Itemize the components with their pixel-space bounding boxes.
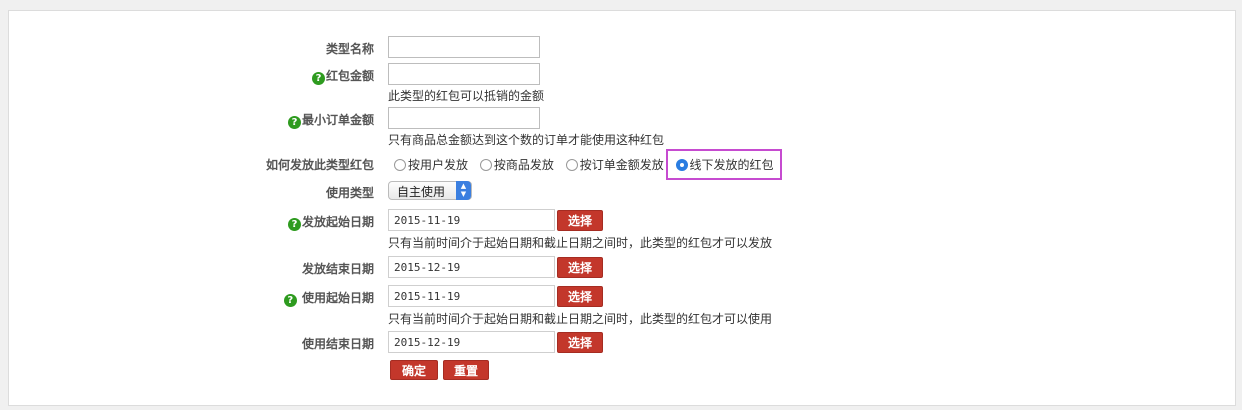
amount-label-wrap: ? 红包金额 bbox=[311, 67, 374, 85]
use-type-selected-value: 自主使用 bbox=[397, 185, 446, 199]
use-end-label: 使用结束日期 bbox=[301, 337, 374, 351]
type-name-input[interactable] bbox=[388, 36, 540, 58]
radio-option-by-user[interactable]: 按用户发放 bbox=[394, 156, 468, 173]
radio-button[interactable] bbox=[479, 158, 492, 171]
send-type-label: 如何发放此类型红包 bbox=[265, 158, 374, 172]
radio-option-by-goods[interactable]: 按商品发放 bbox=[479, 156, 554, 173]
send-start-note: 只有当前时间介于起始日期和截止日期之间时，此类型的红包才可以发放 bbox=[388, 236, 773, 250]
use-start-choose-button[interactable]: 选择 bbox=[557, 286, 603, 307]
send-start-choose-button[interactable]: 选择 bbox=[557, 210, 603, 231]
radio-button[interactable] bbox=[565, 158, 578, 171]
help-icon[interactable]: ? bbox=[287, 116, 301, 129]
radio-label: 按订单金额发放 bbox=[579, 158, 664, 172]
form-panel: 类型名称 ? 红包金额 此类型的红包可以抵销的金额 ? 最小订单金额 只有商品总金额… bbox=[8, 10, 1236, 406]
radio-label: 按商品发放 bbox=[493, 158, 554, 172]
use-start-note: 只有当前时间介于起始日期和截止日期之间时，此类型的红包才可以使用 bbox=[388, 312, 773, 326]
help-icon[interactable]: ? bbox=[311, 72, 325, 85]
min-order-note: 只有商品总金额达到这个数的订单才能使用这种红包 bbox=[388, 133, 665, 147]
send-end-date-input[interactable]: 2015-12-19 bbox=[388, 256, 555, 278]
use-start-label: 使用起始日期 bbox=[301, 291, 374, 305]
selection-highlight-box bbox=[666, 149, 782, 180]
radio-label: 按用户发放 bbox=[408, 158, 469, 172]
send-end-choose-button[interactable]: 选择 bbox=[557, 257, 603, 278]
chevron-updown-icon: ▲ ▼ bbox=[456, 181, 471, 200]
use-end-choose-button[interactable]: 选择 bbox=[557, 332, 603, 353]
use-start-label-wrap: ? 使用起始日期 bbox=[283, 289, 374, 307]
amount-input[interactable] bbox=[388, 63, 540, 85]
type-name-label: 类型名称 bbox=[325, 42, 374, 56]
amount-label: 红包金额 bbox=[325, 69, 374, 83]
use-end-date-input[interactable]: 2015-12-19 bbox=[388, 331, 555, 353]
send-start-label: 发放起始日期 bbox=[301, 215, 374, 229]
min-order-input[interactable] bbox=[388, 107, 540, 129]
help-icon[interactable]: ? bbox=[287, 218, 301, 231]
min-order-label: 最小订单金额 bbox=[301, 113, 374, 127]
send-end-label: 发放结束日期 bbox=[301, 262, 374, 276]
send-start-label-wrap: ? 发放起始日期 bbox=[287, 213, 374, 231]
amount-note: 此类型的红包可以抵销的金额 bbox=[388, 89, 545, 103]
use-start-date-input[interactable]: 2015-11-19 bbox=[388, 285, 555, 307]
min-order-label-wrap: ? 最小订单金额 bbox=[287, 111, 374, 129]
confirm-button[interactable]: 确定 bbox=[390, 360, 438, 380]
radio-option-by-order-amount[interactable]: 按订单金额发放 bbox=[565, 156, 664, 173]
radio-button[interactable] bbox=[394, 158, 406, 171]
send-start-date-input[interactable]: 2015-11-19 bbox=[388, 209, 555, 231]
use-type-select[interactable]: 自主使用 ▲ ▼ bbox=[388, 181, 472, 200]
reset-button[interactable]: 重置 bbox=[443, 360, 489, 380]
use-type-label: 使用类型 bbox=[325, 186, 374, 200]
help-icon[interactable]: ? bbox=[283, 294, 297, 307]
